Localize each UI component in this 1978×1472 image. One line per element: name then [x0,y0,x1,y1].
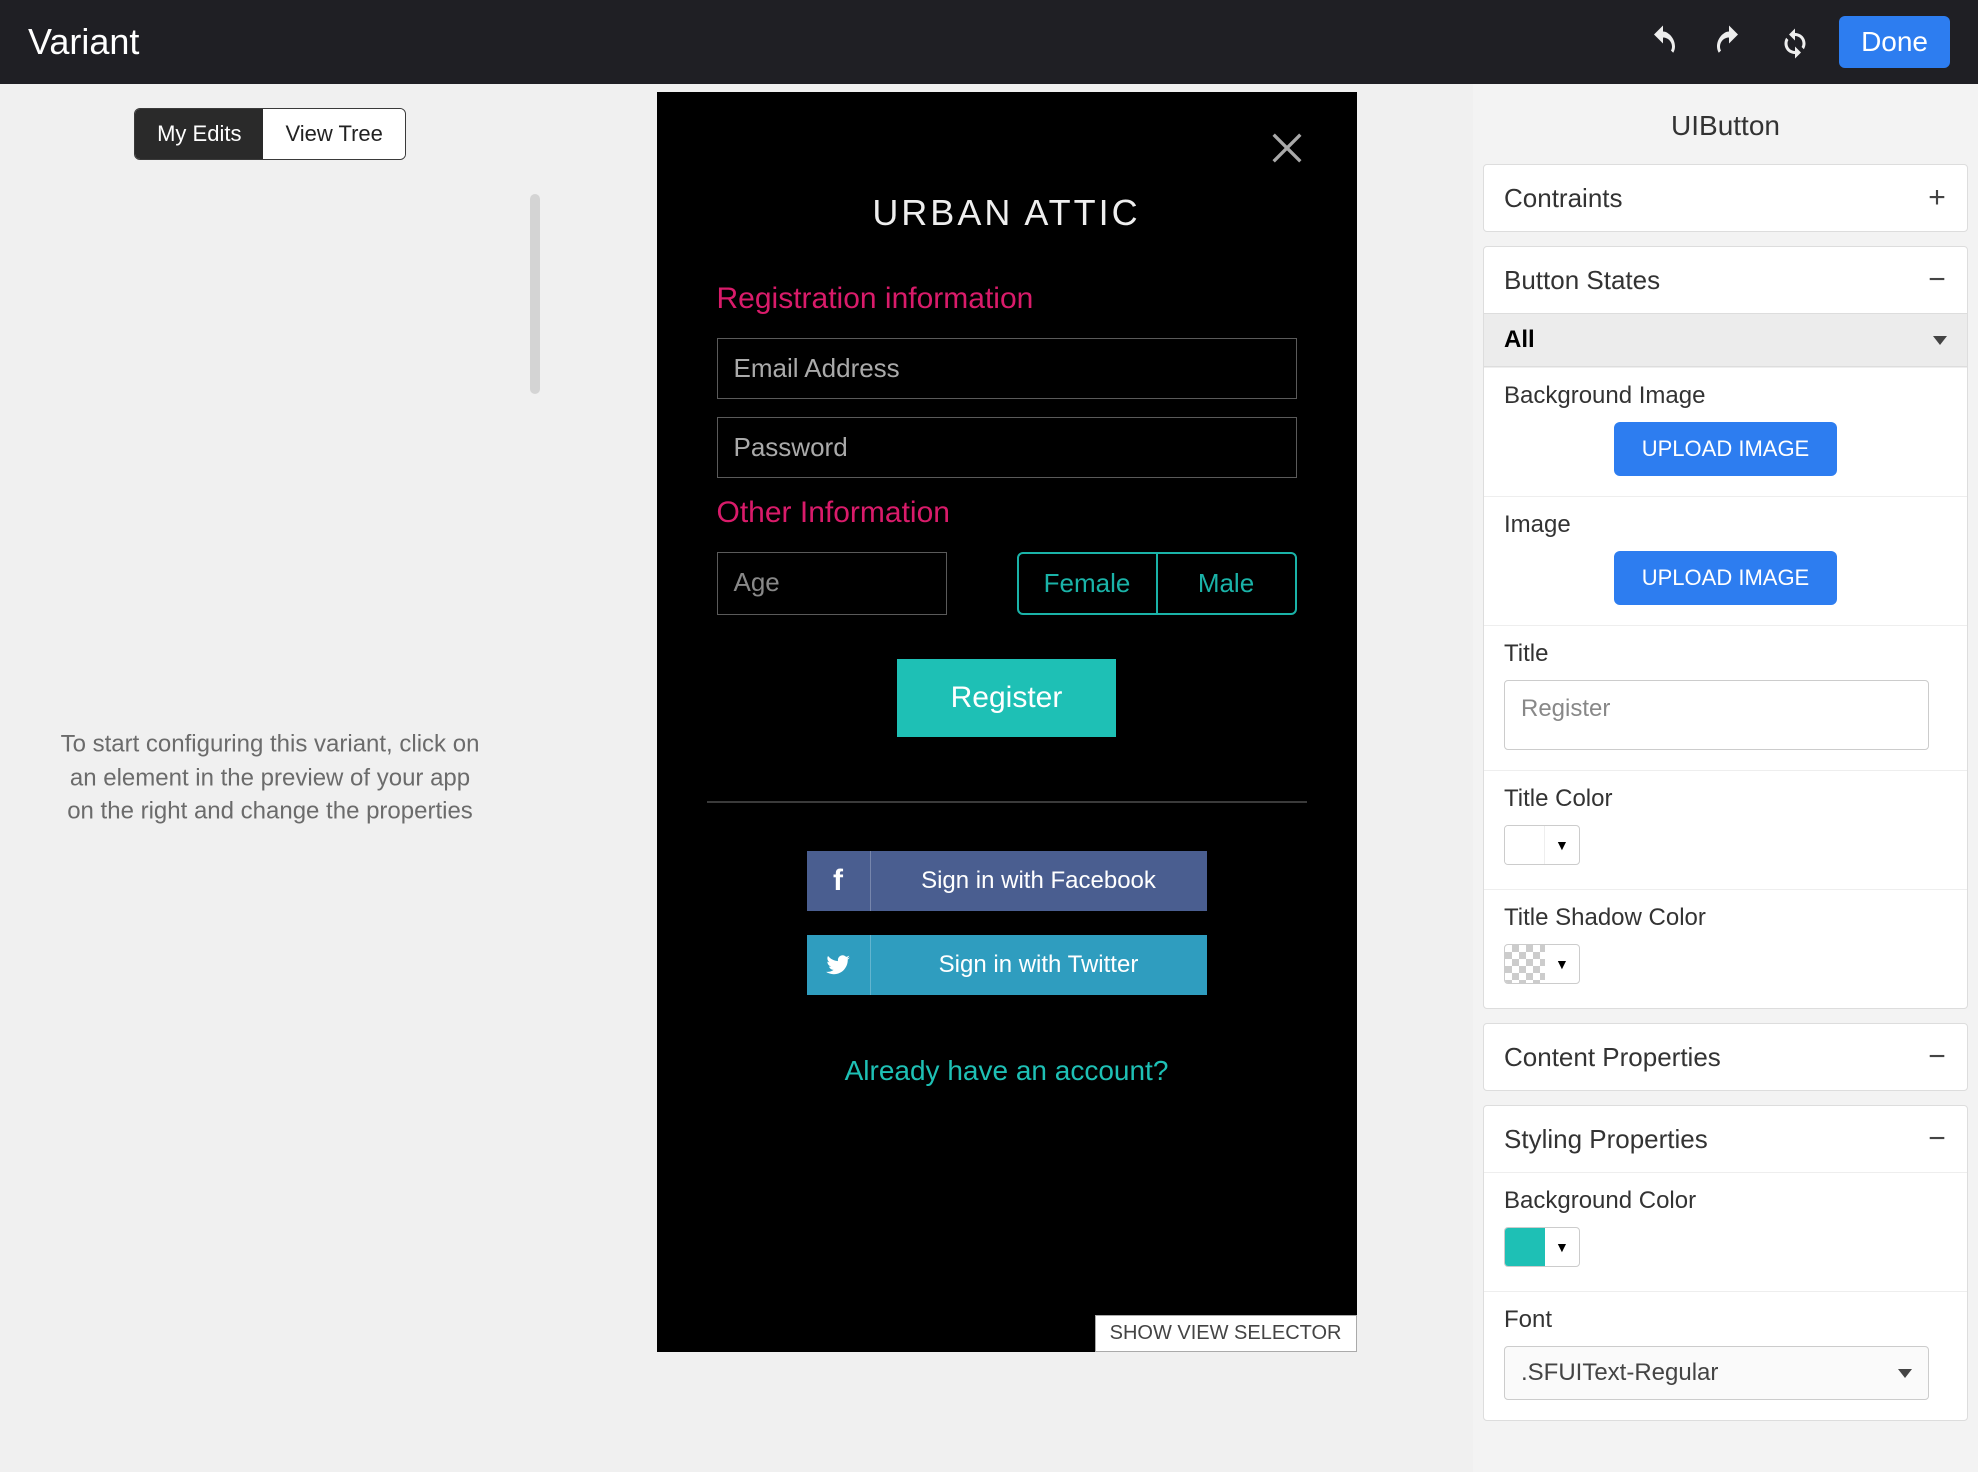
minus-icon: − [1927,1040,1947,1074]
already-account-link[interactable]: Already have an account? [717,1055,1297,1087]
section-constraints-label: Contraints [1504,183,1623,214]
section-content-properties[interactable]: Content Properties − [1484,1024,1967,1090]
close-icon[interactable] [1267,128,1307,179]
twitter-icon [807,935,871,995]
gender-male-button[interactable]: Male [1156,554,1295,613]
inspector-title: UIButton [1483,84,1968,164]
image-label: Image [1504,511,1947,539]
minus-icon: − [1927,1122,1947,1156]
app-preview: URBAN ATTIC Registration information Ema… [657,92,1357,1352]
gender-female-button[interactable]: Female [1019,554,1156,613]
bg-color-label: Background Color [1504,1187,1947,1215]
chevron-down-icon: ▼ [1545,837,1579,853]
upload-bg-image-button[interactable]: UPLOAD IMAGE [1614,422,1837,476]
upload-image-button[interactable]: UPLOAD IMAGE [1614,551,1837,605]
page-title: Variant [28,21,139,63]
chevron-down-icon: ▼ [1545,956,1579,972]
color-swatch-teal [1505,1228,1545,1266]
chevron-down-icon [1898,1369,1912,1378]
bg-image-label: Background Image [1504,382,1947,410]
plus-icon: + [1927,181,1947,215]
divider [707,801,1307,803]
chevron-down-icon [1933,336,1947,345]
twitter-signin-button[interactable]: Sign in with Twitter [807,935,1207,995]
password-field[interactable]: Password [717,417,1297,478]
email-field[interactable]: Email Address [717,338,1297,399]
title-color-label: Title Color [1504,785,1947,813]
scrollbar[interactable] [530,194,540,394]
font-select-value: .SFUIText-Regular [1521,1359,1718,1387]
register-button[interactable]: Register [897,659,1117,737]
app-title: URBAN ATTIC [717,192,1297,234]
section-other: Other Information [717,496,1297,530]
facebook-label: Sign in with Facebook [871,867,1207,895]
section-styling-properties-label: Styling Properties [1504,1124,1708,1155]
state-selector-value: All [1504,326,1535,354]
chevron-down-icon: ▼ [1545,1239,1579,1255]
twitter-label: Sign in with Twitter [871,951,1207,979]
tab-view-tree[interactable]: View Tree [263,109,404,159]
section-content-properties-label: Content Properties [1504,1042,1721,1073]
section-button-states[interactable]: Button States − [1484,247,1967,313]
redo-icon[interactable] [1707,20,1751,64]
undo-icon[interactable] [1641,20,1685,64]
title-shadow-color-picker[interactable]: ▼ [1504,944,1580,984]
color-swatch-transparent [1505,945,1545,983]
state-selector[interactable]: All [1484,313,1967,367]
font-label: Font [1504,1306,1947,1334]
bg-color-picker[interactable]: ▼ [1504,1227,1580,1267]
title-input[interactable]: Register [1504,680,1929,750]
section-registration: Registration information [717,282,1297,316]
refresh-icon[interactable] [1773,20,1817,64]
font-select[interactable]: .SFUIText-Regular [1504,1346,1929,1400]
facebook-signin-button[interactable]: f Sign in with Facebook [807,851,1207,911]
section-constraints[interactable]: Contraints + [1484,165,1967,231]
help-text: To start configuring this variant, click… [55,728,485,829]
color-swatch-white [1505,826,1545,864]
minus-icon: − [1927,263,1947,297]
done-button[interactable]: Done [1839,16,1950,68]
section-button-states-label: Button States [1504,265,1660,296]
title-shadow-label: Title Shadow Color [1504,904,1947,932]
tab-my-edits[interactable]: My Edits [135,109,263,159]
facebook-icon: f [807,851,871,911]
show-view-selector-button[interactable]: SHOW VIEW SELECTOR [1095,1315,1357,1352]
title-label: Title [1504,640,1947,668]
title-color-picker[interactable]: ▼ [1504,825,1580,865]
section-styling-properties[interactable]: Styling Properties − [1484,1106,1967,1172]
age-field[interactable]: Age [717,552,947,615]
